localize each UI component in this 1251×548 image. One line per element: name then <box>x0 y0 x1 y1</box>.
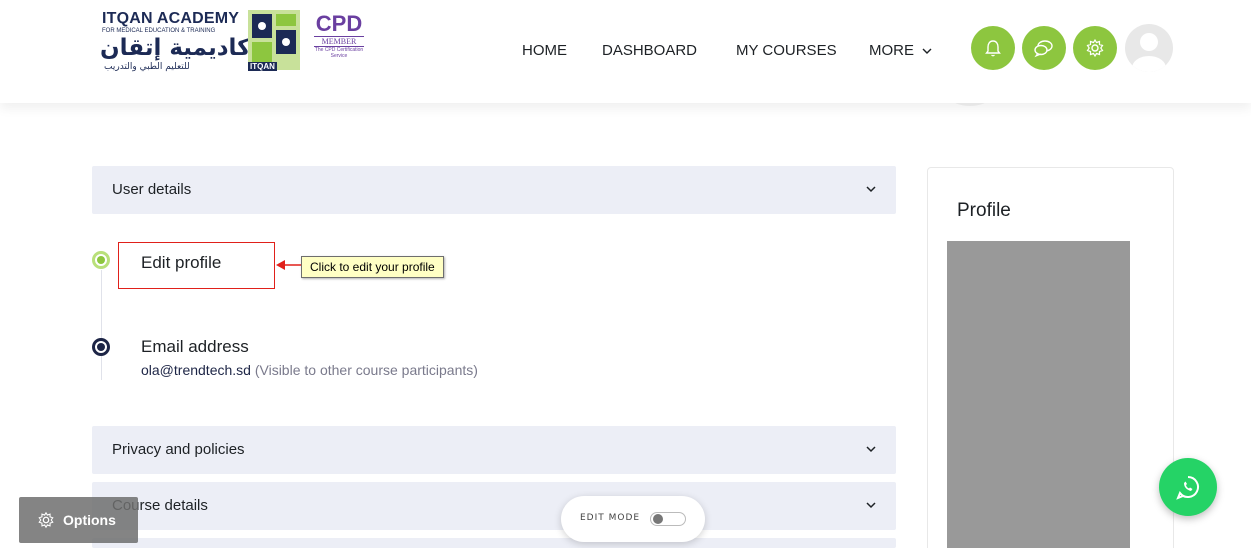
options-label: Options <box>63 512 116 528</box>
chevron-down-icon <box>866 502 876 509</box>
nav-home[interactable]: HOME <box>522 42 567 59</box>
cpd-service-text: The CPD Certification Service <box>314 47 364 59</box>
logo-arabic: أكاديمية إتقان <box>100 35 259 61</box>
messages-button[interactable] <box>1022 26 1066 70</box>
gear-icon <box>1086 38 1104 58</box>
nav-my-courses[interactable]: MY COURSES <box>736 42 837 59</box>
whatsapp-button[interactable] <box>1159 458 1217 516</box>
edit-mode-switch[interactable]: EDIT MODE <box>561 496 705 542</box>
email-title: Email address <box>141 337 249 356</box>
profile-image <box>947 241 1130 548</box>
nav-more[interactable]: MORE <box>869 42 932 59</box>
bell-icon <box>985 40 1001 57</box>
timeline-line <box>101 270 102 380</box>
cpd-badge: CPD MEMBER The CPD Certification Service <box>314 12 364 72</box>
course-details-panel[interactable]: Course details <box>92 482 896 530</box>
gear-icon <box>38 511 54 529</box>
cpd-member-text: MEMBER <box>314 36 364 47</box>
user-details-label: User details <box>112 181 192 198</box>
chevron-down-icon <box>866 446 876 453</box>
arrow-left-icon <box>276 260 301 270</box>
options-button[interactable]: Options <box>19 497 138 543</box>
edit-mode-label: EDIT MODE <box>580 513 641 523</box>
settings-button[interactable] <box>1073 26 1117 70</box>
user-avatar[interactable] <box>1125 24 1173 72</box>
logo-itqan-text: ITQAN <box>248 62 277 71</box>
edit-profile-link[interactable]: Edit profile <box>141 253 221 273</box>
profile-title: Profile <box>957 200 1011 221</box>
chevron-down-icon <box>922 48 932 54</box>
user-details-panel[interactable]: User details <box>92 166 896 214</box>
toggle-knob <box>653 514 663 524</box>
site-logo[interactable]: ITQAN ACADEMY FOR MEDICAL EDUCATION & TR… <box>98 10 364 90</box>
edit-profile-radio[interactable] <box>92 251 110 269</box>
next-panel[interactable] <box>92 538 896 548</box>
nav-more-label: MORE <box>869 42 914 59</box>
user-icon <box>1132 33 1166 72</box>
email-link[interactable]: ola@trendtech.sd <box>141 362 251 378</box>
privacy-panel[interactable]: Privacy and policies <box>92 426 896 474</box>
logo-subtitle: FOR MEDICAL EDUCATION & TRAINING <box>102 28 216 34</box>
help-callout: Click to edit your profile <box>301 256 444 278</box>
logo-english: ITQAN ACADEMY <box>102 10 240 27</box>
email-line: ola@trendtech.sd (Visible to other cours… <box>141 362 478 378</box>
privacy-label: Privacy and policies <box>112 441 245 458</box>
email-visibility-note: (Visible to other course participants) <box>254 362 478 378</box>
email-radio <box>92 338 110 356</box>
cpd-text: CPD <box>315 11 363 36</box>
edit-mode-toggle[interactable] <box>650 512 686 526</box>
chevron-down-icon <box>866 186 876 193</box>
whatsapp-icon <box>1176 476 1199 500</box>
site-header: ITQAN ACADEMY FOR MEDICAL EDUCATION & TR… <box>0 0 1251 103</box>
logo-arabic-sub: للتعليم الطبي والتدريب <box>104 62 190 72</box>
notifications-button[interactable] <box>971 26 1015 70</box>
logo-mark-icon <box>248 10 300 70</box>
nav-dashboard[interactable]: DASHBOARD <box>602 42 697 59</box>
chat-icon <box>1034 40 1053 58</box>
